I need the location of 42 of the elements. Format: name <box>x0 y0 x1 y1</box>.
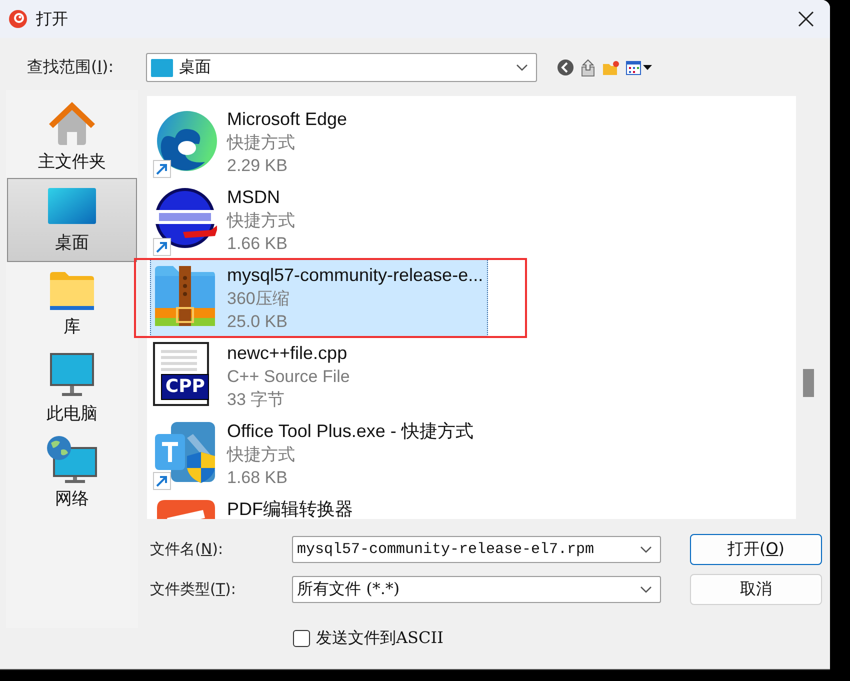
checkbox[interactable] <box>293 630 310 647</box>
desktop-icon <box>151 58 173 76</box>
chevron-down-icon <box>640 546 652 554</box>
window-title: 打开 <box>36 8 68 30</box>
close-icon[interactable] <box>798 11 814 27</box>
house-icon <box>47 100 97 146</box>
place-item[interactable]: 库 <box>7 262 137 346</box>
file-name-label: 文件名(N): <box>150 540 224 559</box>
new-folder-icon[interactable] <box>602 60 620 76</box>
file-type-dropdown[interactable]: 所有文件 (*.*) <box>292 576 661 603</box>
file-item[interactable]: PDF编辑转换器 <box>150 493 358 519</box>
file-item[interactable]: mysql57-community-release-e... 360压缩 25.0 KB <box>150 259 488 337</box>
up-folder-icon[interactable] <box>580 58 596 76</box>
chevron-down-icon <box>516 64 528 72</box>
app-shield-icon <box>153 420 217 484</box>
cancel-button[interactable]: 取消 <box>690 574 822 605</box>
snail-icon <box>8 9 28 29</box>
file-item[interactable]: Microsoft Edge 快捷方式 2.29 KB <box>150 103 352 181</box>
file-item[interactable]: Office Tool Plus.exe - 快捷方式 快捷方式 1.68 KB <box>150 415 478 493</box>
file-type-label: 文件类型(T): <box>150 580 237 599</box>
chevron-down-icon <box>640 586 652 594</box>
open-button[interactable]: 打开(O) <box>690 534 822 565</box>
place-item[interactable]: 桌面 <box>7 178 137 262</box>
place-item[interactable]: 主文件夹 <box>7 94 137 178</box>
file-item[interactable]: CPP newc++file.cpp C++ Source File 33 字节 <box>150 337 355 415</box>
view-menu-icon[interactable] <box>626 60 652 74</box>
archive-folder-icon <box>153 264 217 328</box>
folder-icon <box>49 270 95 310</box>
place-item[interactable]: 此电脑 <box>7 346 137 430</box>
desktop-icon <box>47 186 97 226</box>
look-in-dropdown[interactable]: 桌面 <box>146 53 537 82</box>
file-name-field[interactable]: mysql57-community-release-el7.rpm <box>292 536 661 563</box>
globe-monitor-icon <box>46 434 98 482</box>
file-badge: CPP <box>161 374 209 400</box>
place-item[interactable]: 网络 <box>7 430 137 514</box>
scrollbar-thumb[interactable] <box>803 369 814 397</box>
monitor-icon <box>49 352 95 398</box>
file-item[interactable]: MSDN 快捷方式 1.66 KB <box>150 181 300 259</box>
globe-logo-icon <box>153 186 217 250</box>
text-lines-drawing <box>161 350 197 374</box>
ascii-checkbox[interactable]: 发送文件到ASCII <box>293 628 444 649</box>
look-in-label: 查找范围(I): <box>27 57 115 78</box>
